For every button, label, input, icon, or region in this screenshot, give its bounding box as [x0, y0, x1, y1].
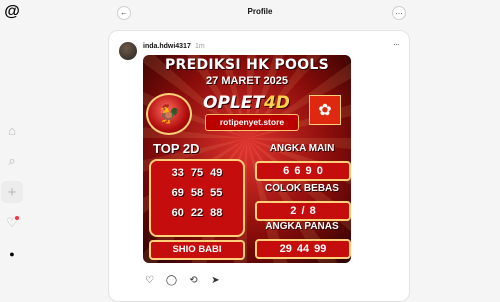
poster-date: 27 MARET 2025 — [206, 75, 288, 87]
top2d-row: 60 22 88 — [171, 207, 223, 219]
comment-icon[interactable]: ◯ — [165, 274, 178, 287]
threads-logo-icon[interactable]: @ — [4, 4, 20, 20]
rooster-emblem-icon: 🐓 — [146, 93, 192, 135]
back-button[interactable]: ← — [117, 6, 131, 20]
top2d-row: 69 58 55 — [171, 187, 223, 199]
top2d-label: TOP 2D — [153, 141, 200, 156]
hong-kong-flag-icon: ✿ — [309, 95, 341, 125]
create-icon[interactable]: + — [1, 181, 23, 203]
page-title: Profile — [247, 7, 273, 16]
profile-icon[interactable]: ● — [1, 243, 23, 265]
top2d-box: 33 75 49 69 58 55 60 22 88 — [149, 159, 245, 237]
arrow-left-icon: ← — [120, 8, 128, 17]
post-timestamp[interactable]: 1m — [195, 43, 205, 50]
angka-main-value: 6 6 9 0 — [255, 161, 351, 181]
poster-brand: OPLET4D — [203, 93, 290, 113]
share-icon[interactable]: ➤ — [209, 274, 222, 287]
home-icon[interactable]: ⌂ — [1, 119, 23, 141]
poster-store-url: rotipenyet.store — [205, 114, 299, 131]
post-image[interactable]: PREDIKSI HK POOLS 27 MARET 2025 🐓 OPLET4… — [143, 55, 351, 263]
more-horizontal-icon: … — [395, 7, 403, 16]
top2d-row: 33 75 49 — [171, 167, 223, 179]
brand-suffix: 4D — [263, 93, 290, 113]
header-more-button[interactable]: … — [392, 6, 406, 20]
like-icon[interactable]: ♡ — [143, 274, 156, 287]
angka-panas-value: 29 44 99 — [255, 239, 351, 259]
angka-panas-label: ANGKA PANAS — [265, 221, 339, 232]
shio-label: SHIO BABI — [149, 240, 245, 260]
activity-heart-icon[interactable]: ♡ — [1, 212, 23, 234]
angka-main-label: ANGKA MAIN — [269, 143, 335, 154]
post-card: inda.hdwi4317 1m ··· PREDIKSI HK POOLS 2… — [108, 30, 410, 302]
repost-icon[interactable]: ⟲ — [187, 274, 200, 287]
search-icon[interactable]: ⌕ — [1, 150, 23, 172]
sidebar: @ ⌂ ⌕ + ♡ ● — [0, 0, 26, 294]
notification-dot — [15, 216, 19, 220]
poster-title: PREDIKSI HK POOLS — [164, 57, 330, 73]
post-actions: ♡ ◯ ⟲ ➤ — [143, 273, 222, 287]
post-username[interactable]: inda.hdwi4317 — [143, 43, 191, 50]
brand-name: OPLET — [203, 93, 264, 113]
avatar[interactable] — [119, 42, 137, 60]
colok-bebas-label: COLOK BEBAS — [265, 183, 339, 194]
colok-bebas-value: 2 / 8 — [255, 201, 351, 221]
post-more-icon[interactable]: ··· — [393, 39, 400, 49]
